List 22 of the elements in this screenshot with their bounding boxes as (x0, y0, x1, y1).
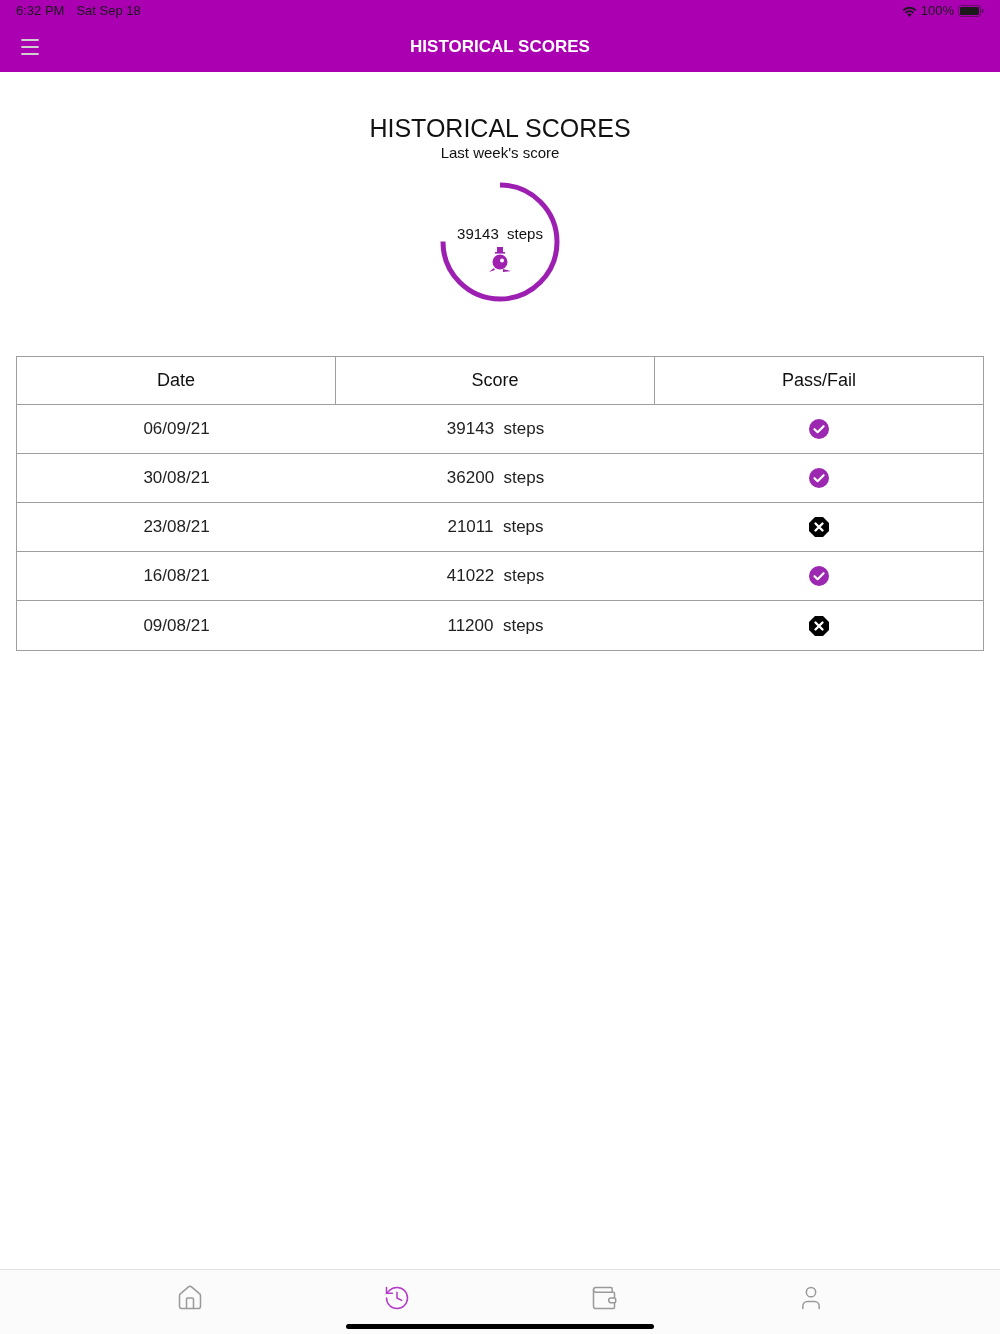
date-cell-text: 30/08/21 (143, 467, 210, 490)
status-time: 6:32 PM (16, 2, 65, 21)
date-cell-text: 16/08/21 (143, 565, 210, 588)
column-header: Score (336, 357, 655, 404)
column-header: Pass/Fail (781, 369, 857, 392)
page-subtitle: Last week's score (440, 144, 560, 162)
battery-icon (958, 5, 984, 17)
wifi-icon (901, 5, 917, 17)
nav-title: HISTORICAL SCORES (410, 36, 590, 59)
score-cell-text: 36200 steps (446, 467, 545, 490)
date-cell-text: 23/08/21 (143, 516, 210, 539)
score-cell-text: 41022 steps (446, 565, 545, 588)
date-cell-text: 09/08/21 (143, 614, 210, 637)
date-cell-text: 06/09/21 (143, 418, 210, 441)
score-cell-text: 11200 steps (447, 614, 544, 637)
score-cell-text: 21011 steps (447, 516, 544, 539)
column-header: Date (17, 357, 336, 404)
ring-reading: 39143 steps (457, 225, 543, 243)
status-date: Sat Sep 18 (76, 2, 141, 21)
page-title: HISTORICAL SCORES (369, 113, 631, 144)
score-cell-text: 39143 steps (446, 418, 545, 441)
battery-percent: 100% (920, 2, 954, 21)
